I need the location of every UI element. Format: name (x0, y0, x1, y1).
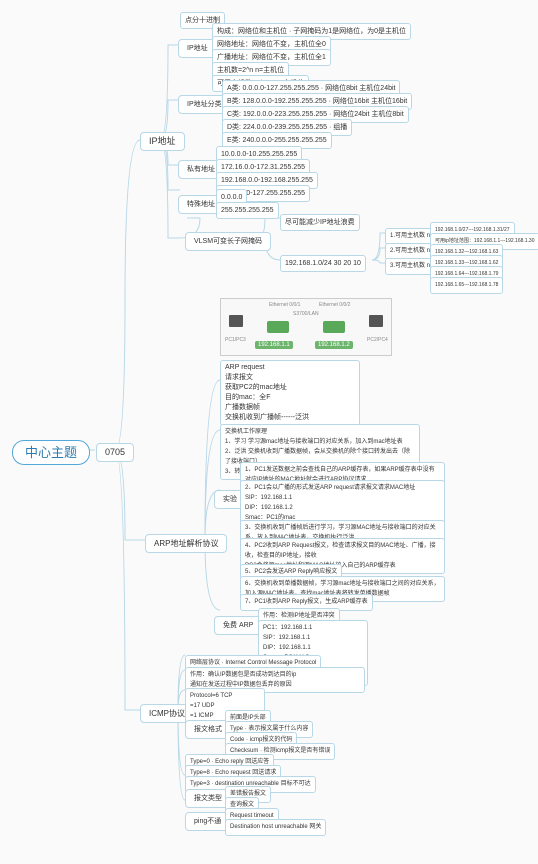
arp-node[interactable]: ARP地址解析协议 (145, 534, 227, 553)
pc1-icon (229, 313, 251, 331)
switch1-icon (267, 315, 289, 333)
pc2-icon (369, 313, 391, 331)
ip-v0: 尽可能减少IP地址浪费 (280, 214, 360, 231)
icmp-p2: Destination host unreachable 网关 (225, 819, 326, 836)
ip-vo6: 192.168.1.65---192.168.1.78 (430, 277, 503, 294)
ip-addr-section[interactable]: IP地址 (178, 39, 217, 58)
ip-node[interactable]: IP地址 (140, 132, 185, 151)
eth-label-1: Ethernet 0/0/1 (269, 302, 300, 308)
host2-label: PC2/PC4 (367, 337, 388, 343)
switch2-icon (323, 315, 345, 333)
ip-badge-2: 192.168.1.2 (315, 341, 353, 349)
network-diagram: Ethernet 0/0/1 Ethernet 0/0/2 S3700/LAN … (220, 298, 392, 356)
sw-label: S3700/LAN (293, 311, 319, 317)
root-node[interactable]: 中心主题 (12, 440, 90, 465)
date-node[interactable]: 0705 (96, 443, 134, 462)
eth-label-2: Ethernet 0/0/2 (319, 302, 350, 308)
ip-vlsm-section[interactable]: VLSM可变长子网掩码 (185, 232, 271, 251)
ip-badge-1: 192.168.1.1 (255, 341, 293, 349)
host1-label: PC1/PC3 (225, 337, 246, 343)
arp-request: ARP request 请求报文 获取PC2的mac地址 目的mac：全F 广播… (220, 360, 360, 426)
ip-s2: 255.255.255.255 (216, 202, 279, 219)
ip-v1: 192.168.1.0/24 30 20 10 (280, 255, 366, 272)
icmp-ping[interactable]: ping不通 (185, 812, 230, 831)
arp-free[interactable]: 免费 ARP (214, 616, 262, 635)
